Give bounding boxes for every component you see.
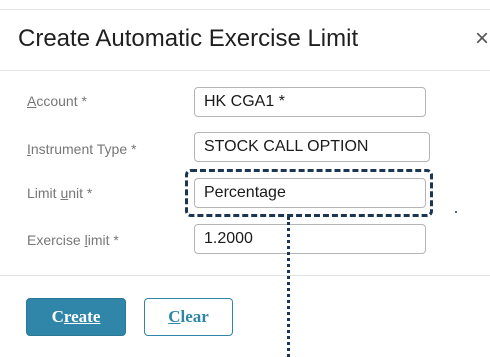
clear-button[interactable]: Clear xyxy=(144,298,233,336)
instrument-type-field[interactable]: STOCK CALL OPTION xyxy=(194,132,430,162)
limit-unit-label: Limit unit * xyxy=(27,185,92,201)
close-icon[interactable]: × xyxy=(475,25,489,53)
account-field[interactable]: HK CGA1 * xyxy=(194,87,426,117)
create-exercise-limit-dialog: Create Automatic Exercise Limit × Accoun… xyxy=(0,0,490,357)
account-label-text: ccount * xyxy=(36,93,87,109)
header-divider xyxy=(0,70,490,71)
top-divider xyxy=(0,9,490,10)
limit-unit-label-text: nit * xyxy=(68,185,93,201)
create-button-text: C xyxy=(51,307,64,326)
exercise-limit-field[interactable]: 1.2000 xyxy=(194,224,426,254)
limit-unit-field[interactable]: Percentage xyxy=(194,178,426,208)
clear-button-mnemonic: C xyxy=(168,307,181,326)
stray-dot xyxy=(455,211,457,213)
limit-unit-label-prefix: Limit xyxy=(27,185,61,201)
exercise-limit-label-prefix: Exercise xyxy=(27,232,85,248)
exercise-limit-label-text: imit * xyxy=(87,232,119,248)
dialog-title: Create Automatic Exercise Limit xyxy=(18,25,359,52)
create-button[interactable]: Create xyxy=(26,298,126,336)
clear-button-text: lear xyxy=(180,307,209,326)
create-button-mnemonic: reate xyxy=(63,307,101,326)
instrument-type-label: Instrument Type * xyxy=(27,141,136,157)
exercise-limit-label: Exercise limit * xyxy=(27,232,119,248)
account-label-mnemonic: A xyxy=(27,93,37,109)
account-label: Account * xyxy=(27,93,87,109)
footer-divider xyxy=(0,275,490,276)
instrument-type-label-text: nstrument Type * xyxy=(30,141,137,157)
